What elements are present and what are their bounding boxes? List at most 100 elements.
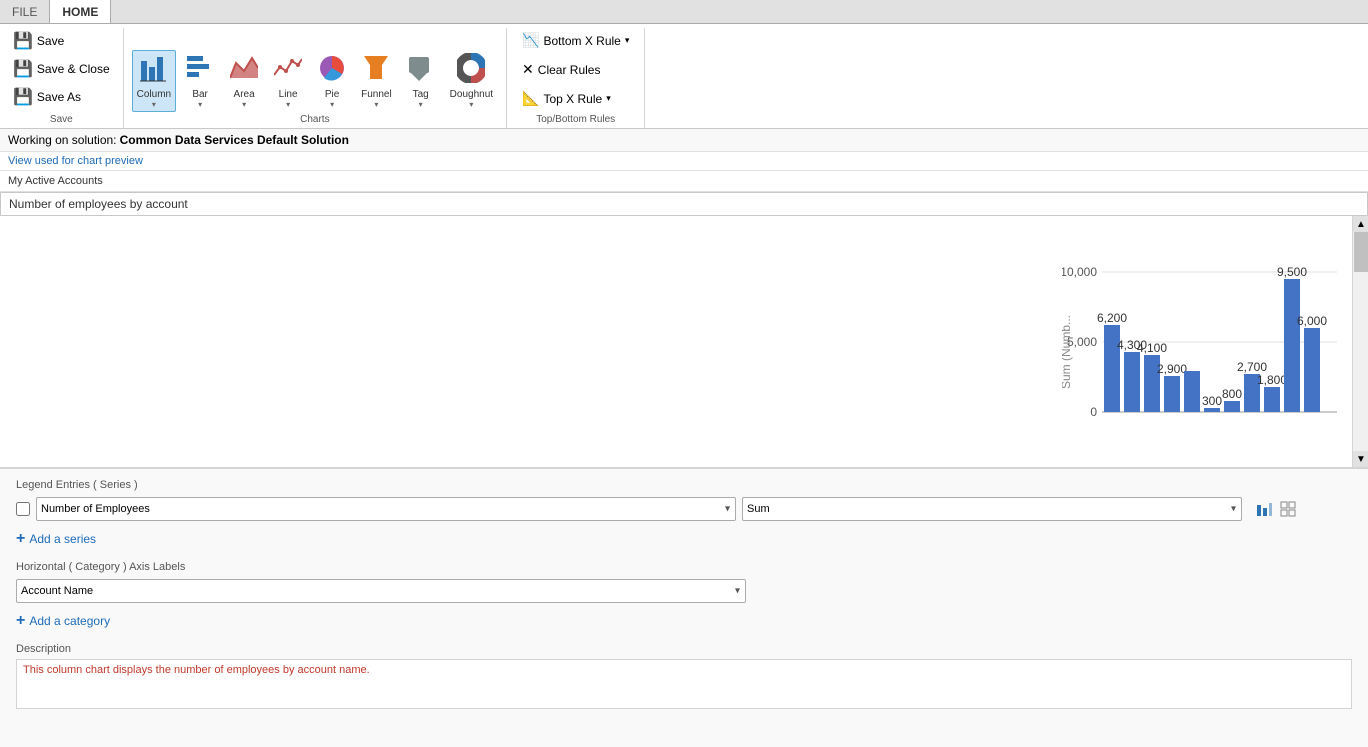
scrollbar-down-button[interactable]: ▼ [1353,451,1368,467]
funnel-arrow: ▾ [374,100,378,109]
tag-arrow: ▾ [419,100,423,109]
chart-title[interactable]: Number of employees by account [0,192,1368,216]
funnel-chart-button[interactable]: Funnel ▾ [356,50,397,112]
doughnut-arrow: ▾ [469,100,473,109]
charts-group-label: Charts [132,112,498,128]
svg-text:800: 800 [1222,387,1242,401]
series-grid-icon[interactable] [1278,499,1298,519]
svg-text:2,700: 2,700 [1237,360,1267,374]
svg-text:0: 0 [1090,405,1097,419]
bar-6 [1204,408,1220,412]
svg-text:1,800: 1,800 [1257,373,1287,387]
description-title: Description [16,643,1352,655]
area-arrow: ▾ [242,100,246,109]
save-button[interactable]: 💾 Save [8,28,115,54]
tab-home[interactable]: HOME [49,0,111,23]
pie-chart-icon [318,53,346,87]
bar-9 [1264,387,1280,412]
clear-rules-label: Clear Rules [538,63,601,77]
view-link[interactable]: View used for chart preview [0,152,1368,171]
doughnut-chart-icon [457,53,485,87]
chart-type-icons [1254,499,1298,519]
legend-title: Legend Entries ( Series ) [16,479,1352,491]
scrollbar-track [1353,232,1368,451]
horizontal-section: Horizontal ( Category ) Axis Labels Acco… [16,561,1352,633]
bar-4 [1164,376,1180,412]
add-series-label: Add a series [29,532,96,546]
column-chart-icon [140,53,168,87]
tab-file[interactable]: FILE [0,0,49,23]
series-column-icon[interactable] [1254,499,1274,519]
bar-chart-button[interactable]: Bar ▾ [180,50,220,112]
funnel-chart-icon [362,53,390,87]
save-as-icon: 💾 [13,87,33,107]
save-close-button[interactable]: 💾 Save & Close [8,56,115,82]
bottom-x-rule-label: Bottom X Rule [543,34,620,48]
series-dropdown[interactable]: Number of Employees [36,497,736,521]
bottom-x-rule-button[interactable]: 📉 Bottom X Rule ▾ [515,28,636,53]
save-close-label: Save & Close [37,62,110,76]
area-chart-button[interactable]: Area ▾ [224,50,264,112]
tag-chart-icon [407,53,435,87]
add-category-button[interactable]: + Add a category [16,609,1352,633]
svg-text:Yo...: Yo... [1150,415,1177,422]
scrollbar-thumb[interactable] [1354,232,1368,272]
tag-chart-button[interactable]: Tag ▾ [401,50,441,112]
bottom-x-rule-arrow: ▾ [625,35,630,46]
horizontal-title: Horizontal ( Category ) Axis Labels [16,561,1352,573]
solution-name: Common Data Services Default Solution [120,133,349,147]
line-label: Line [279,89,298,100]
series-row: Number of Employees Sum [16,497,1352,521]
svg-text:2,900: 2,900 [1157,362,1187,376]
save-as-button[interactable]: 💾 Save As [8,84,115,110]
main-content: Working on solution: Common Data Service… [0,129,1368,747]
top-x-rule-button[interactable]: 📐 Top X Rule ▾ [515,86,618,111]
line-chart-icon [274,53,302,87]
bar-arrow: ▾ [198,100,202,109]
bottom-panel: Legend Entries ( Series ) Number of Empl… [0,467,1368,747]
pie-chart-button[interactable]: Pie ▾ [312,50,352,112]
top-bottom-inner: 📉 Bottom X Rule ▾ ✕ Clear Rules 📐 Top X … [515,28,636,112]
legend-section: Legend Entries ( Series ) Number of Empl… [16,479,1352,551]
save-label: Save [37,34,64,48]
bar-5 [1184,371,1200,412]
bar-label: Bar [192,89,208,100]
column-chart-button[interactable]: Column ▾ [132,50,176,112]
top-x-rule-label: Top X Rule [543,92,602,106]
top-bottom-rules-group: 📉 Bottom X Rule ▾ ✕ Clear Rules 📐 Top X … [507,28,645,128]
svg-text:9,500: 9,500 [1277,265,1307,279]
ribbon: 💾 Save 💾 Save & Close 💾 Save As Save [0,24,1368,129]
tab-bar: FILE HOME [0,0,1368,24]
add-series-icon: + [16,530,25,548]
svg-text:4,100: 4,100 [1137,341,1167,355]
chart-area: 10,000 5,000 0 Sum (Numb... 6,200 4,300 … [0,216,1368,467]
doughnut-chart-button[interactable]: Doughnut ▾ [445,50,498,112]
area-label: Area [234,89,255,100]
add-category-icon: + [16,612,25,630]
save-icon: 💾 [13,31,33,51]
add-category-label: Add a category [29,614,110,628]
bar-7 [1224,401,1240,412]
svg-text:...: ... [1200,415,1217,422]
save-close-icon: 💾 [13,59,33,79]
scrollbar-up-button[interactable]: ▲ [1353,216,1368,232]
doughnut-label: Doughnut [450,89,493,100]
bar-11 [1304,328,1320,412]
solution-prefix: Working on solution: [8,133,117,147]
svg-text:Wi...: Wi... [1210,415,1237,422]
description-section: Description This column chart displays t… [16,643,1352,709]
clear-rules-button[interactable]: ✕ Clear Rules [515,57,607,82]
save-as-label: Save As [37,90,81,104]
top-bottom-group-label: Top/Bottom Rules [515,112,636,128]
series-agg-dropdown[interactable]: Sum [742,497,1242,521]
category-dropdown[interactable]: Account Name [16,579,746,603]
charts-group-inner: Column ▾ Bar ▾ [132,28,498,112]
svg-text:Sum (Numb...: Sum (Numb... [1062,314,1073,388]
bottom-x-rule-icon: 📉 [522,32,539,49]
line-chart-button[interactable]: Line ▾ [268,50,308,112]
add-series-button[interactable]: + Add a series [16,527,1352,551]
area-chart-icon [230,53,258,87]
description-text[interactable]: This column chart displays the number of… [16,659,1352,709]
pie-label: Pie [325,89,339,100]
series-checkbox[interactable] [16,502,30,516]
